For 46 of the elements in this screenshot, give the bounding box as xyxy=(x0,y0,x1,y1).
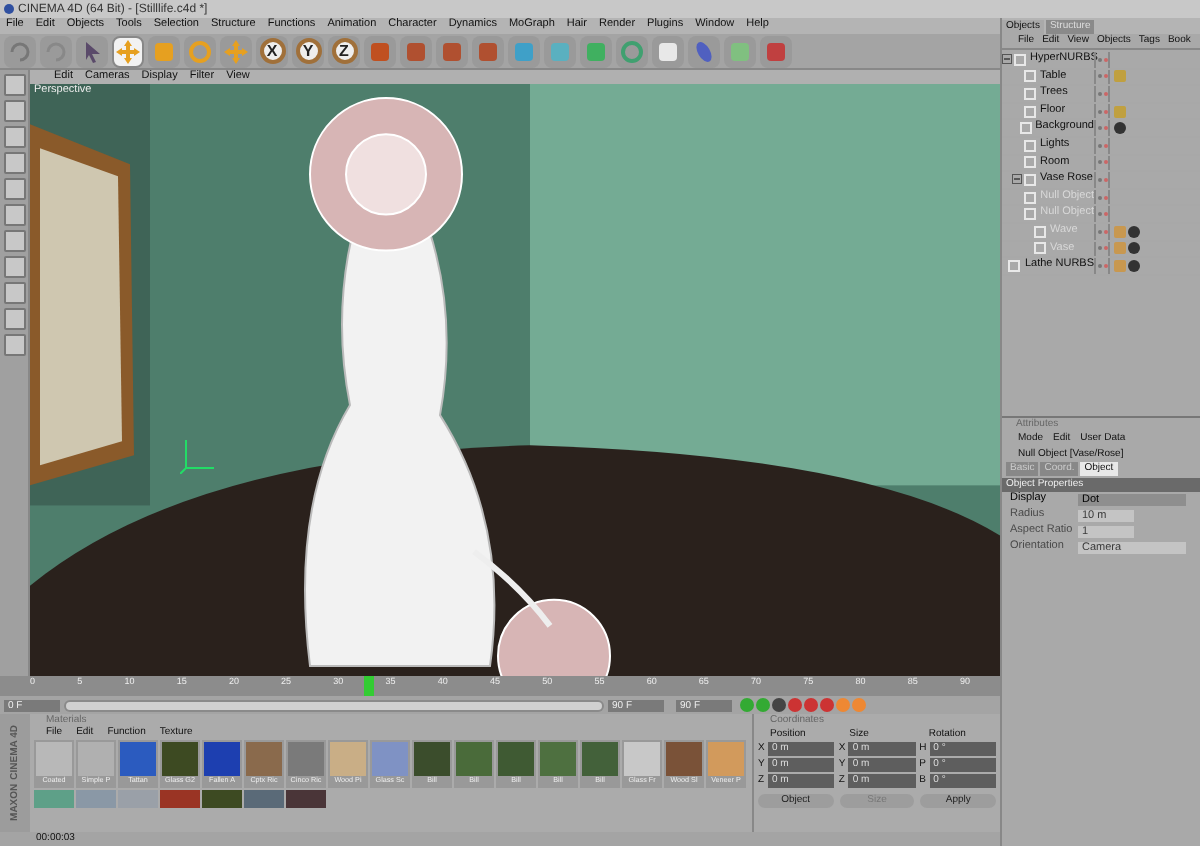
rotate-icon xyxy=(188,39,212,63)
cursor-icon xyxy=(80,39,104,63)
tool-button[interactable] xyxy=(3,74,25,96)
redo-icon xyxy=(44,39,68,63)
scale-icon xyxy=(152,39,176,63)
tool-button[interactable] xyxy=(3,178,25,200)
axis-lock-button[interactable]: Z xyxy=(328,35,360,67)
tool-button[interactable] xyxy=(3,230,25,252)
toolbar-button[interactable] xyxy=(472,35,504,67)
material-swatch[interactable] xyxy=(34,790,74,808)
toolbar-button[interactable] xyxy=(40,35,72,67)
material-swatch[interactable] xyxy=(244,790,284,808)
collapse-icon[interactable] xyxy=(1002,54,1012,65)
tool-button[interactable] xyxy=(3,334,25,356)
tool-button[interactable] xyxy=(3,100,25,122)
undo-icon xyxy=(8,39,32,63)
material-swatch[interactable] xyxy=(76,790,116,808)
tool-button[interactable] xyxy=(3,282,25,304)
axis-lock-button[interactable]: X xyxy=(256,35,288,67)
material-swatch[interactable] xyxy=(160,790,200,808)
tool-button[interactable] xyxy=(3,308,25,330)
app-icon xyxy=(4,4,14,14)
toolbar-button[interactable] xyxy=(76,35,108,67)
material-swatch[interactable] xyxy=(118,790,158,808)
toolbar-button[interactable] xyxy=(760,35,792,67)
move-icon xyxy=(224,39,248,63)
toolbar-button[interactable] xyxy=(4,35,36,67)
material-swatch[interactable] xyxy=(286,790,326,808)
axis-gizmo-icon xyxy=(180,434,220,474)
move-icon xyxy=(116,39,140,63)
material-swatch[interactable] xyxy=(202,790,242,808)
toolbar-button[interactable] xyxy=(688,35,720,67)
tool-button[interactable] xyxy=(3,152,25,174)
material-tag-icon[interactable] xyxy=(1114,122,1126,135)
playhead[interactable] xyxy=(364,676,375,696)
toolbar-button[interactable] xyxy=(436,35,468,67)
collapse-icon[interactable] xyxy=(1012,174,1022,185)
toolbar-button[interactable] xyxy=(112,35,144,67)
tool-button[interactable] xyxy=(3,204,25,226)
tool-button[interactable] xyxy=(3,126,25,148)
tool-button[interactable] xyxy=(3,256,25,278)
toolbar-button[interactable] xyxy=(364,35,396,67)
toolbar-button[interactable] xyxy=(652,35,684,67)
capsule-icon xyxy=(692,39,716,63)
axis-lock-button[interactable]: Y xyxy=(292,35,324,67)
toolbar-button[interactable] xyxy=(400,35,432,67)
